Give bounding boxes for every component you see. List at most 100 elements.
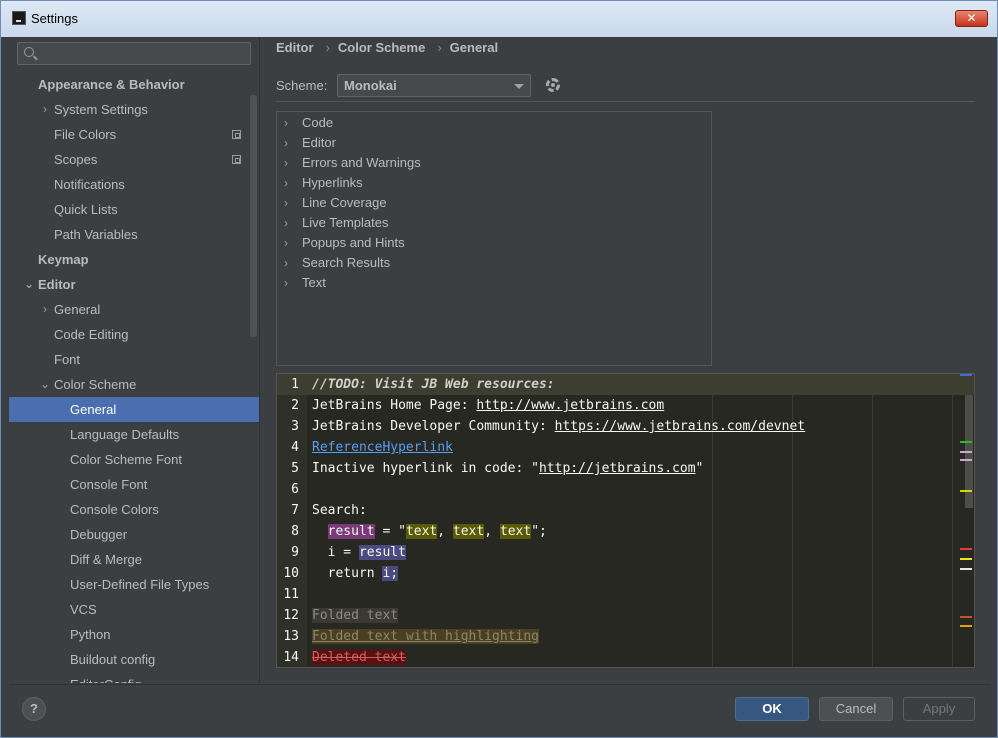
sidebar-item-label: VCS — [70, 602, 97, 617]
error-stripe-mark[interactable] — [960, 459, 972, 461]
sidebar-item[interactable]: ⌄ Color Scheme — [9, 372, 259, 397]
sidebar-item[interactable]: Color Scheme Font — [9, 447, 259, 472]
error-stripe-mark[interactable] — [960, 490, 972, 492]
code-line: 11 — [277, 584, 974, 605]
sidebar-item[interactable]: General — [9, 397, 259, 422]
sidebar-item-label: Appearance & Behavior — [38, 77, 185, 92]
code-token: " — [695, 461, 704, 476]
chevron-down-icon[interactable]: ⌄ — [40, 372, 50, 397]
code-token: JetBrains Developer Community: — [312, 419, 555, 434]
chevron-right-icon[interactable]: › — [284, 233, 288, 253]
code-token[interactable]: ReferenceHyperlink — [312, 440, 453, 455]
ok-button[interactable]: OK — [735, 697, 809, 721]
sidebar-item[interactable]: File Colors — [9, 122, 259, 147]
sidebar-item-label: Language Defaults — [70, 427, 180, 442]
sidebar-item[interactable]: Debugger — [9, 522, 259, 547]
category-item[interactable]: › Live Templates — [277, 213, 711, 233]
sidebar-item[interactable]: Appearance & Behavior — [9, 72, 259, 97]
sidebar-item[interactable]: VCS — [9, 597, 259, 622]
scheme-dropdown[interactable]: Monokai — [337, 74, 531, 97]
dropdown-arrow-icon — [514, 84, 524, 89]
code-line: 12 Folded text — [277, 605, 974, 626]
sidebar-item[interactable]: Console Colors — [9, 497, 259, 522]
sidebar-item-label: Font — [54, 352, 81, 367]
close-button[interactable]: ✕ — [955, 10, 988, 27]
sidebar-item-label: Python — [70, 627, 111, 642]
code-token: , — [437, 524, 453, 539]
sidebar-item[interactable]: Python — [9, 622, 259, 647]
line-number: 6 — [291, 482, 299, 497]
sidebar-item[interactable]: › System Settings — [9, 97, 259, 122]
code-line: 2 JetBrains Home Page: http://www.jetbrai… — [277, 395, 974, 416]
category-item[interactable]: › Editor — [277, 133, 711, 153]
error-stripe-mark[interactable] — [960, 558, 972, 560]
chevron-right-icon[interactable]: › — [40, 297, 50, 322]
line-number: 10 — [283, 566, 299, 581]
category-item[interactable]: › Text — [277, 273, 711, 293]
sidebar-item[interactable]: Font — [9, 347, 259, 372]
sidebar-item-label: Notifications — [54, 177, 125, 192]
line-number: 7 — [291, 503, 299, 518]
chevron-right-icon[interactable]: › — [284, 133, 288, 153]
sidebar-item[interactable]: ⌄ Editor — [9, 272, 259, 297]
category-item[interactable]: › Errors and Warnings — [277, 153, 711, 173]
category-item[interactable]: › Code — [277, 113, 711, 133]
code-token[interactable]: http://jetbrains.com — [539, 461, 696, 476]
sidebar-item[interactable]: Quick Lists — [9, 197, 259, 222]
apply-button[interactable]: Apply — [903, 697, 975, 721]
project-scope-icon — [232, 155, 241, 164]
app-icon — [12, 11, 26, 25]
sidebar-item[interactable]: Scopes — [9, 147, 259, 172]
chevron-right-icon[interactable]: › — [284, 213, 288, 233]
error-stripe-mark[interactable] — [960, 374, 972, 376]
sidebar-item[interactable]: Console Font — [9, 472, 259, 497]
category-item[interactable]: › Search Results — [277, 253, 711, 273]
category-item[interactable]: › Popups and Hints — [277, 233, 711, 253]
line-number: 5 — [291, 461, 299, 476]
cancel-button[interactable]: Cancel — [819, 697, 893, 721]
search-field[interactable] — [17, 42, 251, 65]
chevron-down-icon[interactable]: ⌄ — [24, 272, 34, 297]
sidebar-item-label: Path Variables — [54, 227, 138, 242]
error-stripe-mark[interactable] — [960, 616, 972, 618]
sidebar-item[interactable]: Diff & Merge — [9, 547, 259, 572]
code-token[interactable]: https://www.jetbrains.com/devnet — [555, 419, 805, 434]
category-item[interactable]: › Line Coverage — [277, 193, 711, 213]
line-number: 8 — [291, 524, 299, 539]
sidebar-item[interactable]: › General — [9, 297, 259, 322]
sidebar-item-label: Diff & Merge — [70, 552, 143, 567]
sidebar-item[interactable]: Code Editing — [9, 322, 259, 347]
error-stripe-mark[interactable] — [960, 451, 972, 453]
chevron-right-icon[interactable]: › — [284, 113, 288, 133]
sidebar-item-label: Keymap — [38, 252, 89, 267]
gear-icon[interactable] — [546, 78, 560, 92]
error-stripe-mark[interactable] — [960, 568, 972, 570]
error-stripe-mark[interactable] — [960, 625, 972, 627]
settings-tree: Appearance & Behavior › System Settings Fil… — [9, 72, 259, 683]
sidebar-item[interactable]: User-Defined File Types — [9, 572, 259, 597]
sidebar-item-label: Editor — [38, 277, 76, 292]
code-text: result = "text, text, text"; — [312, 521, 547, 542]
sidebar-item[interactable]: Buildout config — [9, 647, 259, 672]
sidebar-item[interactable]: Path Variables — [9, 222, 259, 247]
line-number: 12 — [283, 608, 299, 623]
sidebar-item[interactable]: Keymap — [9, 247, 259, 272]
chevron-right-icon[interactable]: › — [284, 253, 288, 273]
chevron-right-icon[interactable]: › — [284, 273, 288, 293]
help-button[interactable]: ? — [22, 697, 46, 721]
code-token[interactable]: http://www.jetbrains.com — [476, 398, 664, 413]
chevron-right-icon[interactable]: › — [284, 193, 288, 213]
sidebar-item[interactable]: Language Defaults — [9, 422, 259, 447]
error-stripe-mark[interactable] — [960, 441, 972, 443]
sidebar-item[interactable]: EditorConfig — [9, 672, 259, 683]
code-token: result — [358, 545, 406, 560]
code-text: Folded text — [312, 605, 399, 626]
sidebar-scrollbar[interactable] — [250, 95, 257, 337]
category-label: Popups and Hints — [302, 235, 405, 250]
sidebar-item[interactable]: Notifications — [9, 172, 259, 197]
chevron-right-icon[interactable]: › — [284, 153, 288, 173]
error-stripe-mark[interactable] — [960, 548, 972, 550]
chevron-right-icon[interactable]: › — [40, 97, 50, 122]
chevron-right-icon[interactable]: › — [284, 173, 288, 193]
category-item[interactable]: › Hyperlinks — [277, 173, 711, 193]
